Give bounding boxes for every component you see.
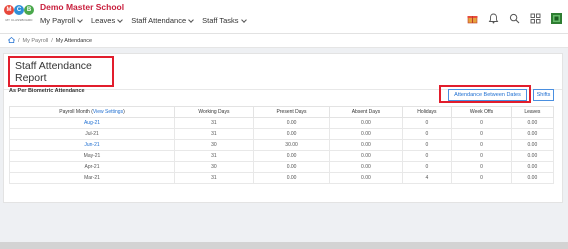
holidays-cell: 0 <box>401 128 453 140</box>
holidays-cell: 0 <box>401 117 453 129</box>
column-header-present-days: Present Days <box>252 106 331 118</box>
present-days-cell: 0.00 <box>252 172 331 184</box>
table-row: Jun-21 30 30.00 0.00 0 0 0.00 <box>9 139 555 151</box>
present-days-cell: 0.00 <box>252 150 331 162</box>
logo-circle-3: B <box>24 5 34 15</box>
shifts-button[interactable]: Shifts <box>533 89 554 101</box>
month-cell: May-21 <box>9 150 175 162</box>
table-row: Mar-21 31 0.00 0.00 4 0 0.00 <box>9 172 555 184</box>
chevron-down-icon <box>117 16 124 23</box>
table-row: Aug-21 31 0.00 0.00 0 0 0.00 <box>9 117 555 129</box>
leaves-cell: 0.00 <box>510 172 555 184</box>
grid-icon[interactable] <box>530 11 541 24</box>
column-header-payroll-month: Payroll Month (View Settings) <box>9 106 175 118</box>
header-month-label: Payroll Month <box>59 109 90 115</box>
logo-circle-1: M <box>4 5 14 15</box>
column-header-working-days: Working Days <box>174 106 254 118</box>
bell-icon[interactable] <box>488 11 499 24</box>
nav-label: Staff Attendance <box>131 16 187 25</box>
leaves-cell: 0.00 <box>510 150 555 162</box>
month-cell[interactable]: Aug-21 <box>9 117 175 129</box>
top-header: M C B MY CLASSBOARD Demo Master School M… <box>0 0 568 34</box>
holidays-cell: 4 <box>401 172 453 184</box>
absent-days-cell: 0.00 <box>329 139 403 151</box>
month-cell[interactable]: Jun-21 <box>9 139 175 151</box>
view-settings-link[interactable]: View Settings <box>93 109 123 115</box>
absent-days-cell: 0.00 <box>329 172 403 184</box>
week-offs-cell: 0 <box>451 150 512 162</box>
present-days-cell: 0.00 <box>252 161 331 173</box>
column-header-holidays: Holidays <box>401 106 453 118</box>
working-days-cell: 31 <box>174 172 254 184</box>
profile-icon[interactable] <box>551 11 562 24</box>
present-days-cell: 0.00 <box>252 128 331 140</box>
nav-label: Leaves <box>91 16 116 25</box>
nav-leaves[interactable]: Leaves <box>91 16 124 25</box>
breadcrumb: / My Payroll / My Attendance <box>0 34 568 48</box>
school-name: Demo Master School <box>40 2 125 12</box>
nav-staff-attendance[interactable]: Staff Attendance <box>131 16 194 25</box>
leaves-cell: 0.00 <box>510 117 555 129</box>
breadcrumb-my-attendance: My Attendance <box>55 37 93 44</box>
leaves-cell: 0.00 <box>510 128 555 140</box>
column-header-leaves: Leaves <box>510 106 555 118</box>
logo-tagline: MY CLASSBOARD <box>5 18 33 22</box>
working-days-cell: 31 <box>174 117 254 129</box>
leaves-cell: 0.00 <box>510 161 555 173</box>
week-offs-cell: 0 <box>451 172 512 184</box>
month-cell: Apr-21 <box>9 161 175 173</box>
holidays-cell: 0 <box>401 161 453 173</box>
logo-circle-2: C <box>14 5 24 15</box>
gift-icon[interactable] <box>467 11 478 24</box>
week-offs-cell: 0 <box>451 128 512 140</box>
month-cell: Jul-21 <box>9 128 175 140</box>
table-row: Jul-21 31 0.00 0.00 0 0 0.00 <box>9 128 555 140</box>
working-days-cell: 31 <box>174 150 254 162</box>
nav-staff-tasks[interactable]: Staff Tasks <box>202 16 247 25</box>
chevron-down-icon <box>77 16 83 23</box>
working-days-cell: 30 <box>174 139 254 151</box>
table-row: Apr-21 30 0.00 0.00 0 0 0.00 <box>9 161 555 173</box>
chevron-down-icon <box>188 16 194 23</box>
week-offs-cell: 0 <box>451 161 512 173</box>
search-icon[interactable] <box>509 11 520 24</box>
nav-my-payroll[interactable]: My Payroll <box>40 16 83 25</box>
horizontal-scrollbar[interactable] <box>0 242 568 249</box>
holidays-cell: 0 <box>401 139 453 151</box>
holidays-cell: 0 <box>401 150 453 162</box>
attendance-between-dates-button[interactable]: Attendance Between Dates <box>448 89 527 101</box>
breadcrumb-separator: / <box>51 37 53 44</box>
table-header-row: Payroll Month (View Settings) Working Da… <box>9 106 555 118</box>
school-logo[interactable]: M C B MY CLASSBOARD <box>4 5 34 29</box>
present-days-cell: 0.00 <box>252 117 331 129</box>
working-days-cell: 30 <box>174 161 254 173</box>
month-cell: Mar-21 <box>9 172 175 184</box>
nav-label: My Payroll <box>40 16 76 25</box>
page-title-highlight: Staff Attendance Report <box>8 56 114 87</box>
column-header-week-offs: Week Offs <box>451 106 512 118</box>
attendance-table: Payroll Month (View Settings) Working Da… <box>9 106 555 184</box>
absent-days-cell: 0.00 <box>329 117 403 129</box>
working-days-cell: 31 <box>174 128 254 140</box>
chevron-down-icon <box>240 16 247 23</box>
week-offs-cell: 0 <box>451 117 512 129</box>
nav-label: Staff Tasks <box>202 16 239 25</box>
week-offs-cell: 0 <box>451 139 512 151</box>
home-icon[interactable] <box>7 36 16 45</box>
absent-days-cell: 0.00 <box>329 128 403 140</box>
leaves-cell: 0.00 <box>510 139 555 151</box>
page-title: Staff Attendance Report <box>15 59 92 84</box>
present-days-cell: 30.00 <box>252 139 331 151</box>
breadcrumb-separator: / <box>18 37 20 44</box>
absent-days-cell: 0.00 <box>329 150 403 162</box>
column-header-absent-days: Absent Days <box>329 106 403 118</box>
header-tools <box>467 11 562 24</box>
breadcrumb-my-payroll[interactable]: My Payroll <box>23 38 49 44</box>
table-row: May-21 31 0.00 0.00 0 0 0.00 <box>9 150 555 162</box>
report-subtitle: As Per Biometric Attendance <box>9 88 85 94</box>
main-nav: My Payroll Leaves Staff Attendance Staff… <box>40 16 247 25</box>
absent-days-cell: 0.00 <box>329 161 403 173</box>
